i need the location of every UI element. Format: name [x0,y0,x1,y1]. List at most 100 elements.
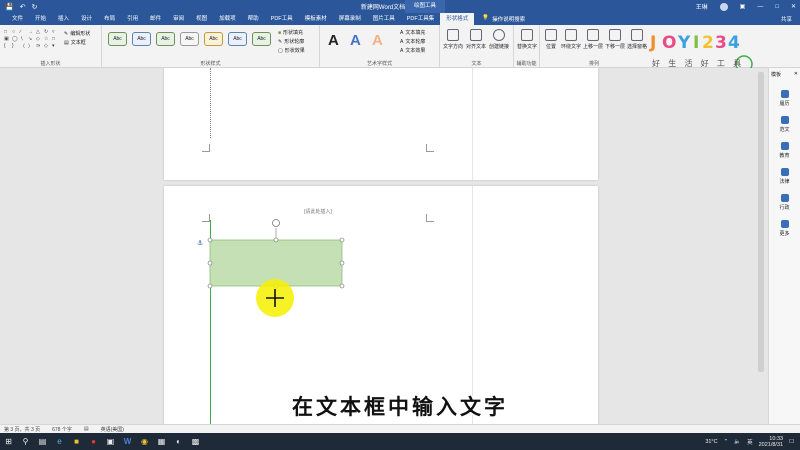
text-box-button[interactable]: ▤ 文本框 [64,39,86,47]
resize-handle[interactable] [273,237,279,243]
text-outline-button[interactable]: A 文本轮廓 [400,38,425,46]
selection-pane-icon [631,29,643,41]
redo-icon[interactable]: ↻ [32,3,38,11]
alt-text-button[interactable]: 替换文字 [516,29,538,50]
tab-15[interactable]: PDF工具集 [401,13,441,25]
shape-gallery[interactable]: □ ○ ∕ → △ ↻ ▿ ▣ ◯ ∖ ↘ ◇ ☆ □ {} 〈 〉 ⇛ ◇ ▾ [4,29,59,50]
align-text-button[interactable]: 对齐文本 [465,29,487,50]
send-backward-button[interactable]: 下移一层 [604,29,626,50]
position-button[interactable]: 位置 [540,29,562,50]
task-view-icon[interactable]: ▤ [34,433,51,450]
wordart-style-black[interactable]: A [328,32,339,49]
user-name[interactable]: 王琳 [696,2,708,11]
share-button[interactable]: 共享 [781,15,792,23]
svg-text:I: I [693,33,699,53]
notifications-icon[interactable]: ☐ [789,439,794,445]
tab-7[interactable]: 审阅 [167,13,190,25]
tab-9[interactable]: 加载项 [213,13,242,25]
tab-10[interactable]: 帮助 [242,13,265,25]
tell-me-search[interactable]: 💡 操作说明搜索 [474,15,525,23]
file-explorer-icon[interactable]: ■ [68,433,85,450]
clock[interactable]: 10:33 2021/8/31 [759,436,783,448]
save-icon[interactable]: 💾 [5,3,14,11]
windows-start-icon[interactable]: ⊞ [0,433,17,450]
ribbon-display-icon[interactable]: ▣ [740,3,746,10]
rotate-handle-icon[interactable] [272,219,280,227]
group-label-text: 文本 [471,61,482,67]
selection-pane-button[interactable]: 选择窗格 [626,29,648,50]
app-icon[interactable]: ◐ [170,433,187,450]
undo-icon[interactable]: ↶ [20,3,26,11]
tab-6[interactable]: 邮件 [144,13,167,25]
resize-handle[interactable] [207,237,213,243]
shape-fill-button[interactable]: ■ 形状填充 [278,29,303,37]
svg-text:3: 3 [715,33,727,53]
text-box-overlay [207,219,345,317]
recorder-icon[interactable]: ● [85,433,102,450]
vertical-scrollbar[interactable] [758,72,764,372]
resize-handle[interactable] [339,260,345,266]
minimize-icon[interactable]: — [757,4,763,10]
tab-4[interactable]: 布局 [98,13,121,25]
proofing-icon[interactable]: ▤ [84,426,89,432]
word-count[interactable]: 678 个字 [52,426,72,433]
avatar[interactable] [719,2,728,11]
tab-3[interactable]: 设计 [75,13,98,25]
shape-style-2[interactable]: Abc [132,32,151,46]
volume-icon[interactable]: 🔈 [734,439,741,445]
tab-14[interactable]: 图片工具 [367,13,401,25]
edit-shape-button[interactable]: ✎ 编辑形状 [64,30,90,38]
word-app-icon[interactable]: W [119,433,136,450]
pane-item-education[interactable]: 教育 [769,142,800,159]
close-icon[interactable]: ✕ [791,3,796,10]
tab-12[interactable]: 模板素材 [299,13,333,25]
page-count[interactable]: 第 3 页，共 3 页 [4,426,40,433]
pane-item-samples[interactable]: 范文 [769,116,800,133]
shape-style-3[interactable]: Abc [156,32,175,46]
pane-item-admin[interactable]: 行政 [769,194,800,211]
shape-style-6[interactable]: Abc [228,32,247,46]
wordart-style-blue[interactable]: A [350,32,361,49]
pane-item-more[interactable]: 更多 [769,220,800,237]
tab-8[interactable]: 视图 [190,13,213,25]
search-icon[interactable]: ⚲ [17,433,34,450]
resize-handle[interactable] [207,283,213,289]
chrome-browser-icon[interactable]: ◉ [136,433,153,450]
tab-5[interactable]: 引用 [121,13,144,25]
shape-style-5[interactable]: Abc [204,32,223,46]
tray-chevron-icon[interactable]: ⌃ [724,439,729,445]
app-icon[interactable]: ▩ [187,433,204,450]
weather[interactable]: 31°C [705,439,717,445]
document-canvas[interactable]: [请此处插入] ⚓ [0,68,768,424]
wrap-text-button[interactable]: 环绕文字 [560,29,582,50]
tab-16[interactable]: 形状格式 [440,13,475,25]
app-icon[interactable]: ▣ [102,433,119,450]
text-fill-button[interactable]: A 文本填充 [400,29,425,37]
ime-indicator[interactable]: 英 [747,438,753,446]
text-direction-button[interactable]: 文字方向 [442,29,464,50]
restore-icon[interactable]: □ [775,4,779,10]
tab-13[interactable]: 屏幕录制 [333,13,367,25]
pane-item-law[interactable]: 法律 [769,168,800,185]
edge-browser-icon[interactable]: e [51,433,68,450]
tab-11[interactable]: PDF工具 [265,13,299,25]
bring-forward-button[interactable]: 上移一层 [582,29,604,50]
create-link-button[interactable]: 创建链接 [488,29,510,50]
tab-2[interactable]: 插入 [52,13,75,25]
shape-effects-button[interactable]: ▢ 形状效果 [278,47,305,55]
shape-style-1[interactable]: Abc [108,32,127,46]
pane-item-resume[interactable]: 履历 [769,90,800,107]
resize-handle[interactable] [339,237,345,243]
shape-outline-button[interactable]: ✎ 形状轮廓 [278,38,304,46]
resize-handle[interactable] [339,283,345,289]
wordart-style-orange[interactable]: A [372,32,383,49]
tab-0[interactable]: 文件 [6,13,29,25]
app-icon[interactable]: ▦ [153,433,170,450]
resize-handle[interactable] [207,260,213,266]
shape-style-4[interactable]: Abc [180,32,199,46]
shape-style-7[interactable]: Abc [252,32,271,46]
text-effects-button[interactable]: A 文本效果 [400,47,425,55]
pane-close-icon[interactable]: ✕ [794,71,798,78]
language[interactable]: 英语(美国) [101,426,124,433]
tab-1[interactable]: 开始 [29,13,52,25]
